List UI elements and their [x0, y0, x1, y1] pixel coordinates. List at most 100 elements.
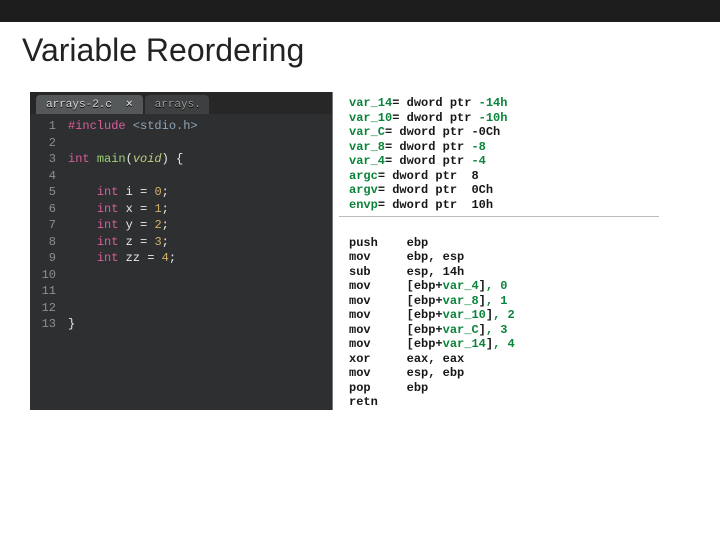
tok-semi: ; [162, 218, 169, 232]
op: mov [349, 250, 371, 264]
var-off: -8 [471, 140, 485, 154]
tok-semi: ; [162, 235, 169, 249]
reg: ebp [407, 381, 429, 395]
var-off: 10h [471, 198, 493, 212]
line-number: 2 [30, 135, 56, 152]
mem-suf: ] [479, 294, 486, 308]
tab-label: arrays. [155, 99, 201, 111]
tok-include: #include [68, 119, 126, 133]
var-off: 0Ch [471, 183, 493, 197]
tok-paren: ( [126, 152, 133, 166]
var-type: dword ptr [399, 154, 464, 168]
var-off: -14h [479, 96, 508, 110]
var-name: var_C [349, 125, 385, 139]
tok-main: main [97, 152, 126, 166]
tok-void: void [133, 152, 162, 166]
mem-suf: ] [479, 323, 486, 337]
line-number: 4 [30, 168, 56, 185]
line-number: 3 [30, 151, 56, 168]
line-gutter: 1 2 3 4 5 6 7 8 9 10 11 12 13 [30, 118, 62, 333]
var-name: var_8 [349, 140, 385, 154]
tok-eq: = [133, 202, 155, 216]
disassembly: var_14= dword ptr -14h var_10= dword ptr… [332, 92, 690, 410]
tok-semi: ; [162, 202, 169, 216]
var-name: argc [349, 169, 378, 183]
mem-pre: [ebp+ [407, 337, 443, 351]
imm: , 3 [486, 323, 508, 337]
mem-var: var_4 [443, 279, 479, 293]
var-type: dword ptr [407, 111, 472, 125]
tok-brace: } [68, 317, 75, 331]
tok-brace: { [176, 152, 183, 166]
var-off: -0Ch [471, 125, 500, 139]
var-name: envp [349, 198, 378, 212]
tok-int: int [68, 152, 90, 166]
source-editor: arrays-2.c × arrays. 1 2 3 4 5 6 7 8 9 [30, 92, 332, 410]
tab-inactive[interactable]: arrays. [145, 95, 209, 114]
tok-header: <stdio.h> [133, 119, 198, 133]
close-icon[interactable]: × [126, 99, 133, 111]
tok-name: y [126, 218, 133, 232]
code-area: 1 2 3 4 5 6 7 8 9 10 11 12 13 #include <… [30, 114, 332, 343]
op: mov [349, 323, 371, 337]
tok-num: 2 [154, 218, 161, 232]
mem-var: var_10 [443, 308, 486, 322]
tok-name: i [126, 185, 133, 199]
tok-int: int [97, 185, 119, 199]
var-type: dword ptr [392, 198, 457, 212]
line-number: 1 [30, 118, 56, 135]
op: mov [349, 366, 371, 380]
tok-num: 4 [162, 251, 169, 265]
tab-active[interactable]: arrays-2.c × [36, 95, 143, 114]
mem-pre: [ebp+ [407, 323, 443, 337]
line-number: 8 [30, 234, 56, 251]
var-name: var_10 [349, 111, 392, 125]
imm: , 4 [493, 337, 515, 351]
content-row: arrays-2.c × arrays. 1 2 3 4 5 6 7 8 9 [30, 92, 690, 410]
tok-semi: ; [162, 185, 169, 199]
op: xor [349, 352, 371, 366]
var-name: var_4 [349, 154, 385, 168]
tok-num: 1 [154, 202, 161, 216]
op: push [349, 236, 378, 250]
var-off: 8 [471, 169, 478, 183]
reg: esp, ebp [407, 366, 465, 380]
var-type: dword ptr [399, 125, 464, 139]
tok-eq: = [140, 251, 162, 265]
tab-bar: arrays-2.c × arrays. [30, 92, 332, 114]
tok-eq: = [133, 218, 155, 232]
reg: esp, 14h [407, 265, 465, 279]
slide: Variable Reordering VVII arrays-2.c × ar… [0, 0, 720, 540]
tok-num: 3 [154, 235, 161, 249]
op: pop [349, 381, 371, 395]
tok-semi: ; [169, 251, 176, 265]
op: mov [349, 308, 371, 322]
tok-eq: = [133, 235, 155, 249]
tok-name: zz [126, 251, 140, 265]
var-name: argv [349, 183, 378, 197]
op: mov [349, 279, 371, 293]
tok-int: int [97, 218, 119, 232]
reg: ebp [407, 236, 429, 250]
op: mov [349, 294, 371, 308]
var-off: -4 [471, 154, 485, 168]
var-off: -10h [479, 111, 508, 125]
tok-name: z [126, 235, 133, 249]
var-type: dword ptr [399, 140, 464, 154]
mem-suf: ] [486, 337, 493, 351]
var-type: dword ptr [407, 96, 472, 110]
mem-var: var_14 [443, 337, 486, 351]
tok-int: int [97, 202, 119, 216]
line-number: 9 [30, 250, 56, 267]
reg: eax, eax [407, 352, 465, 366]
tok-eq: = [133, 185, 155, 199]
op: mov [349, 337, 371, 351]
line-number: 7 [30, 217, 56, 234]
line-number: 12 [30, 300, 56, 317]
var-type: dword ptr [392, 169, 457, 183]
tok-int: int [97, 251, 119, 265]
tok-num: 0 [154, 185, 161, 199]
tok-int: int [97, 235, 119, 249]
imm: , 2 [493, 308, 515, 322]
line-number: 6 [30, 201, 56, 218]
